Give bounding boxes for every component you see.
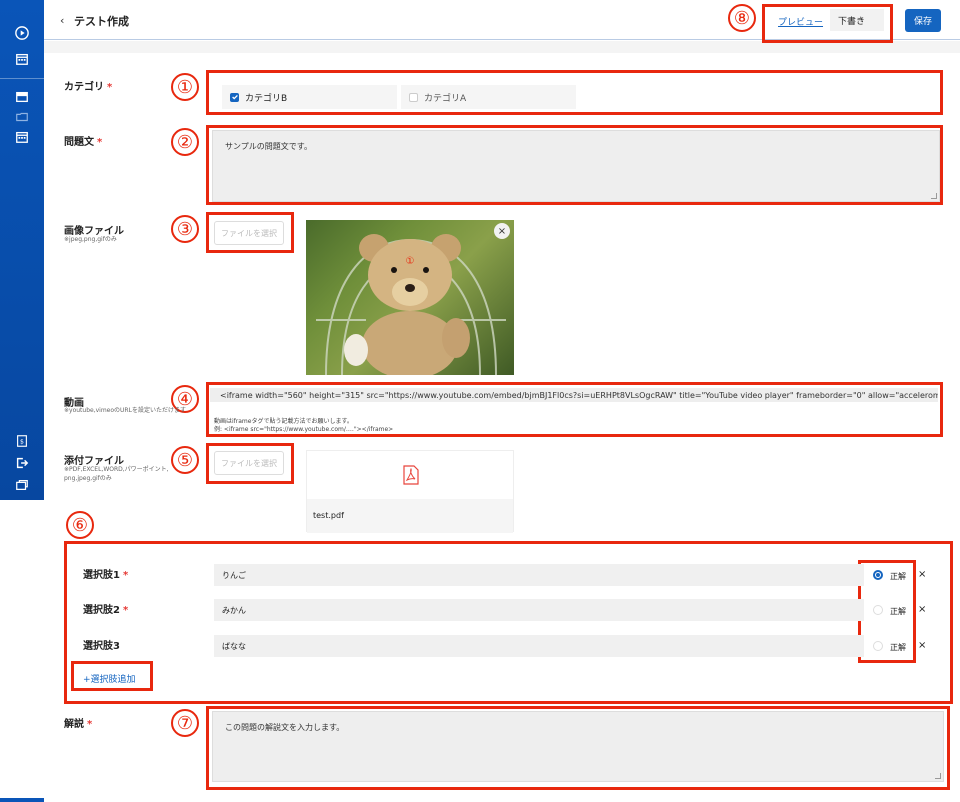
save-button[interactable]: 保存 [905, 9, 941, 32]
teddy-bear-image: ① [316, 234, 506, 375]
explanation-label: 解説 * [64, 719, 93, 730]
choice-input-3[interactable]: ばなな [214, 635, 864, 657]
correct-radio-3[interactable] [873, 641, 883, 651]
badge-icon[interactable]: $ [13, 432, 31, 450]
question-text: サンプルの問題文です。 [225, 142, 312, 151]
remove-image-close-icon[interactable]: × [494, 223, 510, 239]
question-label: 問題文 * [64, 137, 103, 148]
sidebar: $ [0, 0, 44, 500]
image-file-label: 画像ファイル [64, 226, 124, 237]
attachment-note: ※PDF,EXCEL,WORD,パワーポイント, [64, 466, 169, 473]
choice-label-1: 選択肢1 * [83, 570, 129, 581]
back-icon[interactable]: ‹ [60, 14, 64, 27]
window-icon[interactable] [13, 476, 31, 494]
attachment-select-button[interactable]: ファイルを選択 [214, 451, 284, 475]
calendar-icon[interactable] [13, 50, 31, 68]
annotation-number-7: ⑦ [171, 709, 199, 737]
category-option-label: カテゴリA [424, 93, 467, 104]
image-file-note: ※jpeg,png,gifのみ [64, 236, 117, 243]
video-help-text: 動画はiframeタグで貼う記載方法でお願いします。 [214, 418, 353, 425]
annotation-number-2: ② [171, 128, 199, 156]
checkbox-checked-icon[interactable] [230, 92, 239, 102]
remove-choice-icon[interactable]: × [918, 569, 926, 580]
svg-text:①: ① [406, 256, 415, 267]
correct-label: 正解 [890, 607, 906, 616]
pdf-file-icon [403, 465, 419, 485]
video-example-text: 例: <iframe src="https://www.youtube.com/… [214, 426, 394, 433]
svg-text:$: $ [20, 439, 24, 446]
choice-label-2: 選択肢2 * [83, 605, 129, 616]
annotation-number-3: ③ [171, 215, 199, 243]
annotation-box-header-actions [762, 4, 893, 43]
logout-icon[interactable] [13, 454, 31, 472]
category-option-a[interactable]: カテゴリA [401, 85, 576, 109]
choice-input-1[interactable]: りんご [214, 564, 864, 586]
play-icon[interactable] [13, 24, 31, 42]
remove-choice-icon[interactable]: × [918, 604, 926, 615]
page-title: テスト作成 [74, 15, 129, 28]
annotation-box-correct [858, 560, 916, 663]
folder-icon[interactable] [13, 108, 31, 126]
add-choice-button[interactable]: +選択肢追加 [83, 672, 136, 685]
sidebar-bottom-edge [0, 798, 44, 802]
question-textarea[interactable]: サンプルの問題文です。 [212, 130, 940, 202]
category-option-label: カテゴリB [245, 93, 288, 104]
attachment-label: 添付ファイル [64, 456, 124, 467]
calendar-icon[interactable] [13, 128, 31, 146]
annotation-number-1: ① [171, 73, 199, 101]
choice-label-3: 選択肢3 [83, 641, 120, 652]
uploaded-image: ① [306, 220, 514, 375]
category-label: カテゴリ * [64, 82, 113, 93]
remove-choice-icon[interactable]: × [918, 640, 926, 651]
explanation-text: この問題の解説文を入力します。 [225, 723, 345, 732]
attachment-card[interactable]: test.pdf [306, 450, 514, 533]
correct-label: 正解 [890, 572, 906, 581]
image-file-select-button[interactable]: ファイルを選択 [214, 221, 284, 245]
correct-label: 正解 [890, 643, 906, 652]
choice-input-2[interactable]: みかん [214, 599, 864, 621]
attachment-file-name: test.pdf [307, 499, 513, 533]
video-embed-input[interactable]: <iframe width="560" height="315" src="ht… [210, 388, 938, 402]
checkbox-unchecked-icon[interactable] [409, 92, 418, 102]
resize-grip-icon[interactable] [935, 773, 941, 779]
attachment-note-2: png,jpeg,gifのみ [64, 475, 112, 482]
video-note: ※youtube,vimeoのURLを設定いただけます [64, 407, 186, 414]
correct-radio-1[interactable] [873, 570, 883, 580]
explanation-textarea[interactable]: この問題の解説文を入力します。 [212, 711, 944, 782]
annotation-number-8: ⑧ [728, 4, 756, 32]
category-option-b[interactable]: カテゴリB [222, 85, 397, 109]
annotation-number-6: ⑥ [66, 511, 94, 539]
card-icon[interactable] [13, 88, 31, 106]
annotation-number-5: ⑤ [171, 446, 199, 474]
correct-radio-2[interactable] [873, 605, 883, 615]
resize-grip-icon[interactable] [931, 193, 937, 199]
